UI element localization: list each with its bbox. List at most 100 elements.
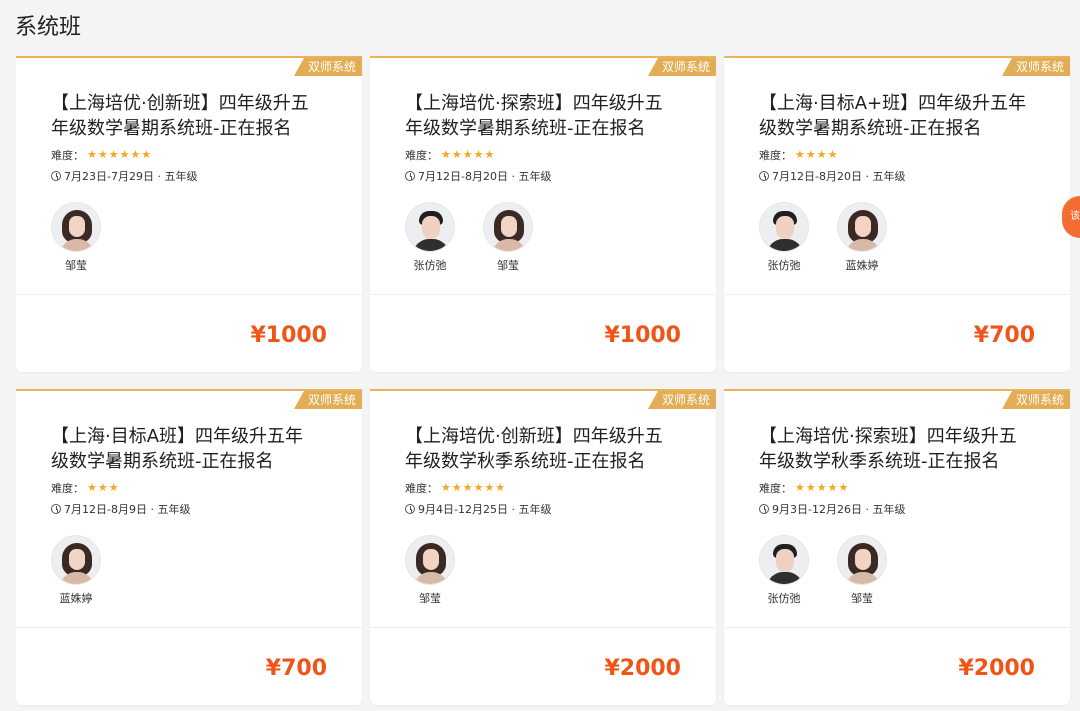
clock-icon bbox=[405, 171, 415, 181]
course-date-text: 7月23日-7月29日 · 五年级 bbox=[64, 170, 198, 183]
card-divider bbox=[16, 627, 362, 628]
course-title[interactable]: 【上海·目标A班】四年级升五年级数学暑期系统班-正在报名 bbox=[51, 424, 321, 474]
course-date: 7月12日-8月9日 · 五年级 bbox=[51, 501, 190, 517]
course-date-text: 9月4日-12月25日 · 五年级 bbox=[418, 503, 552, 516]
teacher-item[interactable]: 邹莹 bbox=[482, 202, 534, 273]
course-card[interactable]: 双师系统 【上海培优·创新班】四年级升五年级数学秋季系统班-正在报名 难度： ★★… bbox=[370, 389, 716, 705]
difficulty-stars-icon: ★★★ bbox=[87, 481, 120, 494]
clock-icon bbox=[759, 504, 769, 514]
difficulty-stars-icon: ★★★★ bbox=[795, 148, 839, 161]
course-grid: 双师系统 【上海培优·创新班】四年级升五年级数学暑期系统班-正在报名 难度： ★★… bbox=[16, 56, 1070, 711]
difficulty-row: 难度： ★★★★★ bbox=[759, 480, 849, 496]
difficulty-row: 难度： ★★★★★★ bbox=[51, 147, 152, 163]
difficulty-label: 难度： bbox=[759, 482, 792, 495]
difficulty-label: 难度： bbox=[405, 482, 438, 495]
course-card[interactable]: 双师系统 【上海培优·探索班】四年级升五年级数学秋季系统班-正在报名 难度： ★★… bbox=[724, 389, 1070, 705]
female-teacher-avatar-icon bbox=[483, 202, 533, 252]
female-teacher-avatar-icon bbox=[837, 535, 887, 585]
dual-teacher-system-tag: 双师系统 bbox=[1001, 58, 1070, 76]
teacher-list: 张仿弛 蓝姝婷 bbox=[758, 202, 914, 273]
dual-teacher-system-tag: 双师系统 bbox=[647, 391, 716, 409]
course-card[interactable]: 双师系统 【上海·目标A班】四年级升五年级数学暑期系统班-正在报名 难度： ★★★… bbox=[16, 389, 362, 705]
teacher-list: 张仿弛 邹莹 bbox=[404, 202, 560, 273]
course-title[interactable]: 【上海培优·探索班】四年级升五年级数学秋季系统班-正在报名 bbox=[759, 424, 1029, 474]
teacher-item[interactable]: 蓝姝婷 bbox=[50, 535, 102, 606]
teacher-list: 蓝姝婷 bbox=[50, 535, 128, 606]
difficulty-row: 难度： ★★★ bbox=[51, 480, 120, 496]
difficulty-label: 难度： bbox=[51, 482, 84, 495]
course-list-page: 系统班 双师系统 【上海培优·创新班】四年级升五年级数学暑期系统班-正在报名 难… bbox=[0, 0, 1080, 711]
female-teacher-avatar-icon bbox=[405, 535, 455, 585]
teacher-name: 张仿弛 bbox=[767, 592, 801, 605]
course-title[interactable]: 【上海培优·创新班】四年级升五年级数学秋季系统班-正在报名 bbox=[405, 424, 675, 474]
difficulty-stars-icon: ★★★★★★ bbox=[87, 148, 153, 161]
course-price: ¥2000 bbox=[958, 656, 1035, 681]
teacher-name: 张仿弛 bbox=[767, 259, 801, 272]
teacher-name: 邹莹 bbox=[851, 592, 873, 605]
male-teacher-avatar-icon bbox=[405, 202, 455, 252]
section-title: 系统班 bbox=[15, 15, 82, 40]
teacher-name: 邹莹 bbox=[65, 259, 87, 272]
dual-teacher-system-tag: 双师系统 bbox=[293, 58, 362, 76]
difficulty-label: 难度： bbox=[51, 149, 84, 162]
course-date: 7月23日-7月29日 · 五年级 bbox=[51, 168, 197, 184]
course-date: 7月12日-8月20日 · 五年级 bbox=[759, 168, 905, 184]
teacher-name: 蓝姝婷 bbox=[845, 259, 879, 272]
course-date: 7月12日-8月20日 · 五年级 bbox=[405, 168, 551, 184]
teacher-list: 邹莹 bbox=[50, 202, 128, 273]
difficulty-label: 难度： bbox=[759, 149, 792, 162]
card-divider bbox=[16, 294, 362, 295]
male-teacher-avatar-icon bbox=[759, 202, 809, 252]
male-teacher-avatar-icon bbox=[759, 535, 809, 585]
course-title[interactable]: 【上海培优·创新班】四年级升五年级数学暑期系统班-正在报名 bbox=[51, 91, 321, 141]
course-date-text: 7月12日-8月9日 · 五年级 bbox=[64, 503, 191, 516]
teacher-item[interactable]: 邹莹 bbox=[50, 202, 102, 273]
clock-icon bbox=[51, 171, 61, 181]
clock-icon bbox=[51, 504, 61, 514]
card-divider bbox=[370, 627, 716, 628]
course-price: ¥1000 bbox=[604, 323, 681, 348]
teacher-item[interactable]: 蓝姝婷 bbox=[836, 202, 888, 273]
teacher-item[interactable]: 张仿弛 bbox=[404, 202, 456, 273]
difficulty-row: 难度： ★★★★ bbox=[759, 147, 838, 163]
course-card[interactable]: 双师系统 【上海培优·探索班】四年级升五年级数学暑期系统班-正在报名 难度： ★★… bbox=[370, 56, 716, 372]
card-divider bbox=[370, 294, 716, 295]
course-date: 9月4日-12月25日 · 五年级 bbox=[405, 501, 551, 517]
teacher-list: 张仿弛 邹莹 bbox=[758, 535, 914, 606]
teacher-name: 邹莹 bbox=[497, 259, 519, 272]
difficulty-stars-icon: ★★★★★ bbox=[795, 481, 850, 494]
teacher-name: 张仿弛 bbox=[413, 259, 447, 272]
dual-teacher-system-tag: 双师系统 bbox=[647, 58, 716, 76]
card-divider bbox=[724, 627, 1070, 628]
difficulty-row: 难度： ★★★★★★ bbox=[405, 480, 506, 496]
clock-icon bbox=[405, 504, 415, 514]
teacher-item[interactable]: 邹莹 bbox=[836, 535, 888, 606]
teacher-list: 邹莹 bbox=[404, 535, 482, 606]
teacher-item[interactable]: 张仿弛 bbox=[758, 202, 810, 273]
course-date-text: 7月12日-8月20日 · 五年级 bbox=[418, 170, 552, 183]
teacher-name: 蓝姝婷 bbox=[59, 592, 93, 605]
course-title[interactable]: 【上海·目标A+班】四年级升五年级数学暑期系统班-正在报名 bbox=[759, 91, 1029, 141]
course-price: ¥700 bbox=[973, 323, 1035, 348]
course-card[interactable]: 双师系统 【上海培优·创新班】四年级升五年级数学暑期系统班-正在报名 难度： ★★… bbox=[16, 56, 362, 372]
clock-icon bbox=[759, 171, 769, 181]
female-teacher-avatar-icon bbox=[837, 202, 887, 252]
teacher-name: 邹莹 bbox=[419, 592, 441, 605]
difficulty-stars-icon: ★★★★★★ bbox=[441, 481, 507, 494]
course-card[interactable]: 双师系统 【上海·目标A+班】四年级升五年级数学暑期系统班-正在报名 难度： ★★… bbox=[724, 56, 1070, 372]
card-divider bbox=[724, 294, 1070, 295]
course-title[interactable]: 【上海培优·探索班】四年级升五年级数学暑期系统班-正在报名 bbox=[405, 91, 675, 141]
course-price: ¥1000 bbox=[250, 323, 327, 348]
teacher-item[interactable]: 张仿弛 bbox=[758, 535, 810, 606]
teacher-item[interactable]: 邹莹 bbox=[404, 535, 456, 606]
course-date: 9月3日-12月26日 · 五年级 bbox=[759, 501, 905, 517]
difficulty-label: 难度： bbox=[405, 149, 438, 162]
difficulty-row: 难度： ★★★★★ bbox=[405, 147, 495, 163]
female-teacher-avatar-icon bbox=[51, 535, 101, 585]
course-price: ¥2000 bbox=[604, 656, 681, 681]
difficulty-stars-icon: ★★★★★ bbox=[441, 148, 496, 161]
dual-teacher-system-tag: 双师系统 bbox=[293, 391, 362, 409]
female-teacher-avatar-icon bbox=[51, 202, 101, 252]
course-date-text: 7月12日-8月20日 · 五年级 bbox=[772, 170, 906, 183]
course-price: ¥700 bbox=[265, 656, 327, 681]
